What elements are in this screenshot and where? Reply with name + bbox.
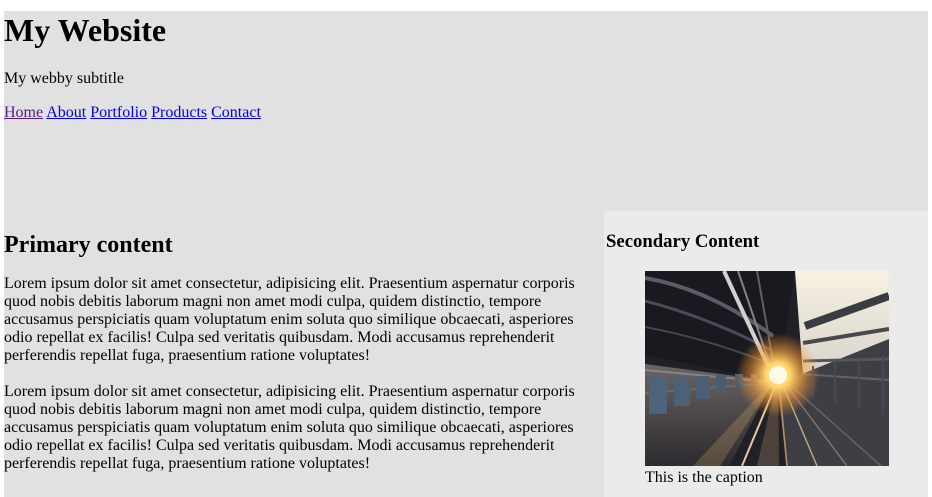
image-caption: This is the caption (645, 469, 763, 486)
train-station-photo-icon (645, 271, 889, 466)
primary-content: Primary content Lorem ipsum dolor sit am… (4, 211, 604, 497)
site-header: My Website My webby subtitle Home About … (4, 11, 928, 211)
train-station-image (645, 271, 889, 466)
page: My Website My webby subtitle Home About … (0, 0, 932, 497)
nav-link-portfolio[interactable]: Portfolio (90, 104, 147, 121)
secondary-heading: Secondary Content (606, 231, 760, 252)
site-subtitle: My webby subtitle (4, 70, 124, 87)
primary-paragraph-2: Lorem ipsum dolor sit amet consectetur, … (4, 383, 575, 472)
primary-heading: Primary content (4, 232, 173, 258)
site-title: My Website (4, 12, 167, 48)
nav-link-home[interactable]: Home (4, 104, 43, 121)
main-nav: Home About Portfolio Products Contact (4, 104, 261, 122)
secondary-content: Secondary Content This is the caption (604, 211, 928, 497)
nav-link-products[interactable]: Products (151, 104, 207, 121)
nav-link-about[interactable]: About (46, 104, 86, 121)
nav-link-contact[interactable]: Contact (211, 104, 261, 121)
primary-paragraph-1: Lorem ipsum dolor sit amet consectetur, … (4, 275, 575, 364)
